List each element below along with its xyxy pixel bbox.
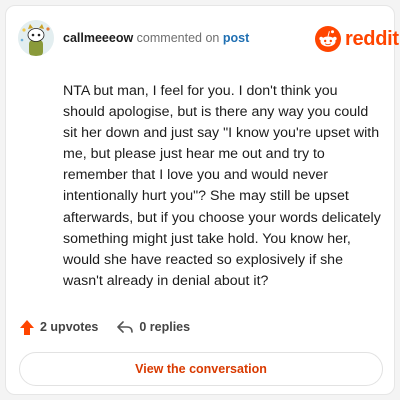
upvote-count: 2 upvotes (40, 320, 99, 334)
action-text: commented on (136, 31, 220, 45)
brand-name: reddit (345, 27, 399, 50)
comment-footer: 2 upvotes 0 replies (19, 317, 190, 337)
snoo-avatar-icon (18, 20, 54, 56)
reply-group[interactable]: 0 replies (116, 320, 190, 334)
reply-count: 0 replies (139, 320, 191, 334)
username-link[interactable]: callmeeeow (63, 31, 133, 45)
user-avatar[interactable] (18, 20, 54, 56)
post-link[interactable]: post (223, 31, 249, 45)
upvote-arrow-icon[interactable] (19, 319, 35, 336)
upvote-group[interactable]: 2 upvotes (19, 319, 98, 336)
reply-arrow-icon[interactable] (116, 320, 134, 334)
comment-card: callmeeeow commented on post reddit NTA … (5, 5, 399, 395)
view-conversation-button[interactable]: View the conversation (19, 352, 383, 386)
comment-header: callmeeeow commented on post (63, 31, 249, 45)
reddit-logo-icon (315, 26, 341, 52)
comment-body: NTA but man, I feel for you. I don't thi… (63, 83, 381, 289)
reddit-brand[interactable]: reddit (315, 25, 399, 53)
